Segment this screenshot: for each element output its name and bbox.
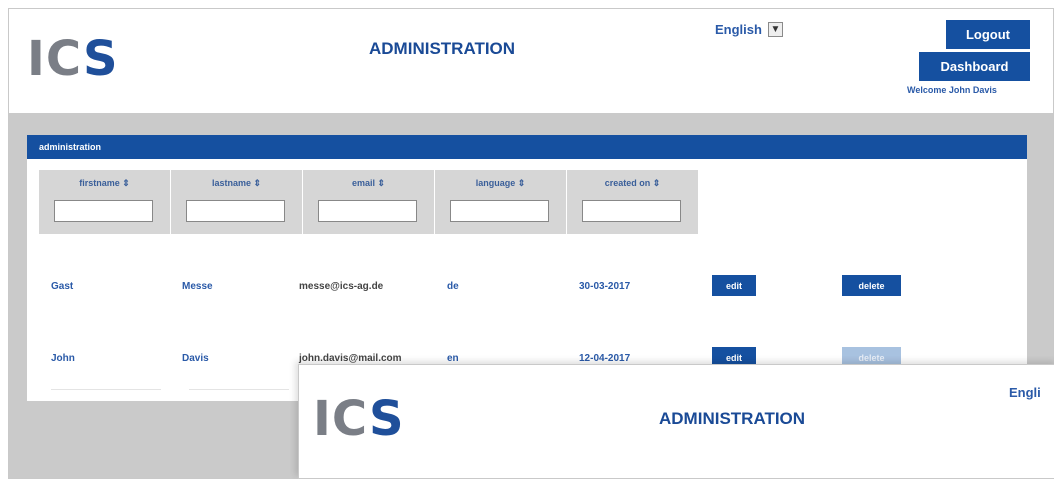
page-title: ADMINISTRATION <box>369 39 516 58</box>
filter-header: firstname ⇕ lastname ⇕ email ⇕ language … <box>39 170 698 234</box>
column-label: language <box>475 178 516 188</box>
ics-logo: ICS <box>27 31 119 87</box>
cell-lastname: Messe <box>182 281 213 292</box>
logout-button[interactable]: Logout <box>946 20 1030 49</box>
cell-email: john.davis@mail.com <box>299 353 402 364</box>
chevron-down-icon[interactable]: ▼ <box>767 22 783 37</box>
language-value: English <box>715 22 762 37</box>
table-row: Gast Messe messe@ics-ag.de de 30-03-2017… <box>27 275 1027 303</box>
panel-title: administration <box>27 135 1027 159</box>
column-language: language ⇕ <box>435 170 566 234</box>
filter-input-lastname[interactable] <box>186 200 285 222</box>
sort-icon[interactable]: ⇕ <box>254 178 262 188</box>
cell-created-on: 12-04-2017 <box>579 353 631 364</box>
cell-language: de <box>447 281 459 292</box>
administration-panel: administration firstname ⇕ lastname ⇕ em… <box>27 135 1027 401</box>
column-firstname: firstname ⇕ <box>39 170 170 234</box>
filter-input-created-on[interactable] <box>582 200 681 222</box>
column-header-email[interactable]: email ⇕ <box>303 178 434 189</box>
cell-firstname: Gast <box>51 281 74 292</box>
welcome-text: Welcome John Davis <box>907 85 997 95</box>
cell-email: messe@ics-ag.de <box>299 281 384 292</box>
delete-button[interactable]: delete <box>842 275 901 296</box>
column-created-on: created on ⇕ <box>567 170 698 234</box>
sort-icon[interactable]: ⇕ <box>122 178 130 188</box>
cell-created-on: 30-03-2017 <box>579 281 631 292</box>
cell-lastname: Davis <box>182 353 209 364</box>
overlay-window: ICS ADMINISTRATION Engli <box>298 364 1054 479</box>
page-title: ADMINISTRATION <box>659 409 806 428</box>
column-header-firstname[interactable]: firstname ⇕ <box>39 178 170 189</box>
divider <box>51 389 161 390</box>
column-label: lastname <box>211 178 251 188</box>
dashboard-button[interactable]: Dashboard <box>919 52 1030 81</box>
column-lastname: lastname ⇕ <box>171 170 302 234</box>
language-select[interactable]: English ▼ <box>715 22 783 37</box>
cell-firstname: John <box>51 353 75 364</box>
column-header-language[interactable]: language ⇕ <box>435 178 566 189</box>
column-header-created-on[interactable]: created on ⇕ <box>567 178 698 189</box>
cell-language: en <box>447 353 459 364</box>
filter-input-firstname[interactable] <box>54 200 153 222</box>
column-label: firstname <box>79 178 120 188</box>
header: ICS ADMINISTRATION English ▼ Logout Dash… <box>9 9 1053 113</box>
language-select[interactable]: Engli <box>1009 385 1041 400</box>
filter-input-email[interactable] <box>318 200 417 222</box>
sort-icon[interactable]: ⇕ <box>653 178 661 188</box>
column-email: email ⇕ <box>303 170 434 234</box>
ics-logo: ICS <box>313 391 405 447</box>
edit-button[interactable]: edit <box>712 275 756 296</box>
column-label: created on <box>604 178 651 188</box>
divider <box>189 389 289 390</box>
column-label: email <box>351 178 375 188</box>
sort-icon[interactable]: ⇕ <box>377 178 385 188</box>
filter-input-language[interactable] <box>450 200 549 222</box>
column-header-lastname[interactable]: lastname ⇕ <box>171 178 302 189</box>
sort-icon[interactable]: ⇕ <box>518 178 526 188</box>
